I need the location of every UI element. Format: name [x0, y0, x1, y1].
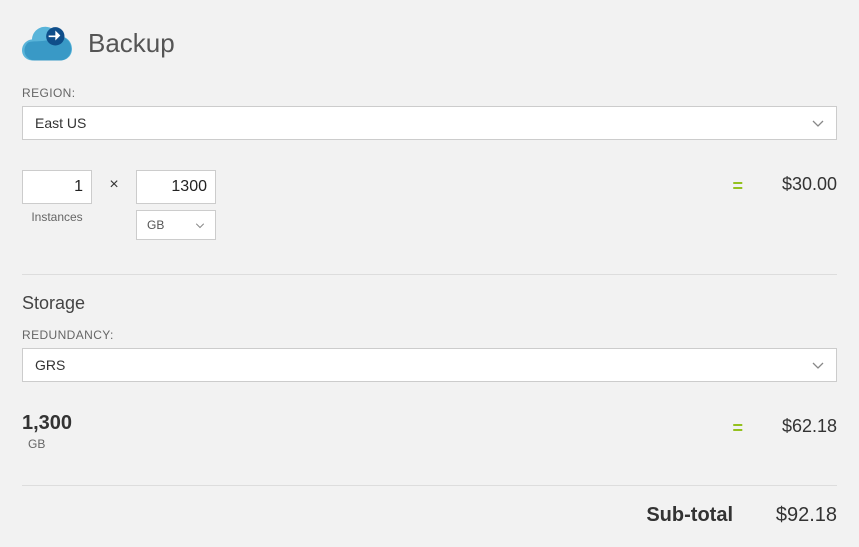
calc-row: Instances × GB = $30.00: [22, 170, 837, 240]
storage-unit: GB: [28, 437, 72, 451]
instances-input[interactable]: [22, 170, 92, 204]
page-title: Backup: [88, 28, 175, 59]
chevron-down-icon: [195, 218, 205, 232]
divider: [22, 274, 837, 275]
storage-price: $62.18: [767, 412, 837, 437]
region-value: East US: [35, 115, 86, 131]
page-header: Backup: [22, 22, 837, 64]
instances-label: Instances: [31, 210, 82, 224]
subtotal-value: $92.18: [767, 504, 837, 527]
storage-title: Storage: [22, 293, 837, 314]
unit-value: GB: [147, 218, 164, 232]
divider: [22, 485, 837, 486]
region-select[interactable]: East US: [22, 106, 837, 140]
subtotal-row: Sub-total $92.18: [22, 504, 837, 527]
storage-summary-row: 1,300 GB = $62.18: [22, 412, 837, 451]
unit-select[interactable]: GB: [136, 210, 216, 240]
region-label: Region:: [22, 86, 837, 100]
equals-icon: =: [732, 412, 767, 439]
chevron-down-icon: [812, 115, 824, 131]
redundancy-select[interactable]: GRS: [22, 348, 837, 382]
size-input[interactable]: [136, 170, 216, 204]
backup-cloud-icon: [22, 22, 72, 64]
redundancy-value: GRS: [35, 357, 65, 373]
calc-price: $30.00: [767, 170, 837, 195]
storage-amount: 1,300: [22, 412, 72, 435]
equals-icon: =: [732, 170, 767, 197]
subtotal-label: Sub-total: [646, 504, 733, 527]
redundancy-label: Redundancy:: [22, 328, 837, 342]
multiply-icon: ×: [92, 170, 136, 194]
chevron-down-icon: [812, 357, 824, 373]
